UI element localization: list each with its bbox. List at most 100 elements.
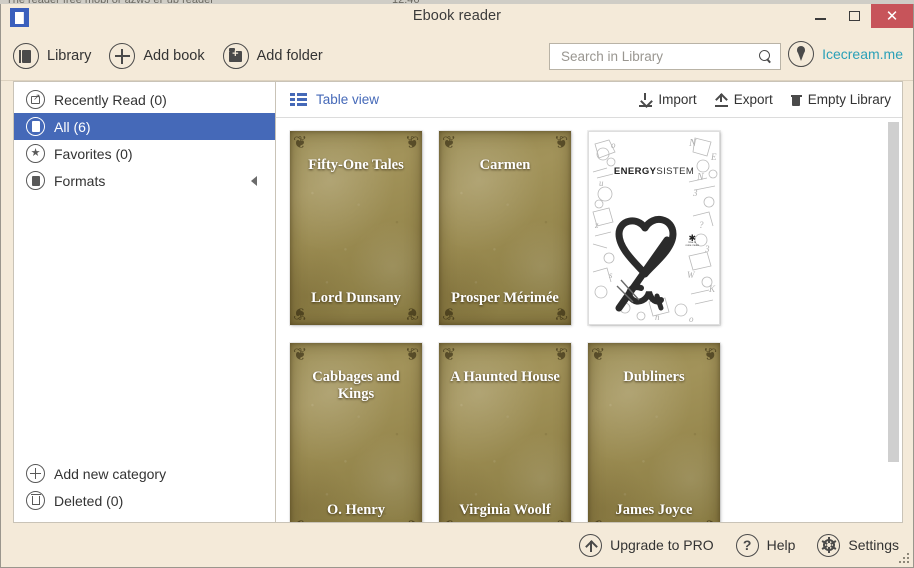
maximize-button[interactable]: [837, 4, 871, 28]
content-toolbar: Table view Import Export Empty Library: [276, 82, 902, 118]
help-label: Help: [766, 537, 796, 553]
sidebar-item-deleted[interactable]: Deleted (0): [14, 487, 275, 514]
upgrade-to-pro-button[interactable]: Upgrade to PRO: [579, 533, 714, 557]
books-scroll-area: ❦ ❦ ❦ ❦ Fifty-One Tales Lord Dunsany ❦ ❦: [276, 118, 902, 522]
folder-plus-icon: [222, 43, 249, 69]
corner-ornament-icon: ❦: [553, 345, 568, 364]
book-card[interactable]: ou NE N3 ? 3 WK no zs ENERGYSISTEM ✱ lov…: [588, 131, 720, 325]
add-new-category-label: Add new category: [54, 465, 167, 482]
corner-ornament-icon: ❦: [404, 304, 419, 323]
corner-ornament-icon: ❦: [442, 345, 457, 364]
resize-grip[interactable]: [898, 552, 909, 563]
import-button[interactable]: Import: [639, 92, 697, 107]
star-note: ✱ love is more music: [685, 233, 699, 248]
minimize-button[interactable]: [803, 4, 837, 28]
settings-button[interactable]: Settings: [817, 533, 899, 557]
book-card[interactable]: ❦ ❦ ❦ ❦ A Haunted House Virginia Woolf: [439, 343, 571, 522]
book-author: James Joyce: [615, 502, 693, 518]
library-button[interactable]: Library: [13, 43, 91, 69]
add-folder-label: Add folder: [256, 48, 323, 64]
upgrade-label: Upgrade to PRO: [610, 537, 714, 553]
footer-bar: Upgrade to PRO ? Help Settings: [1, 523, 913, 567]
close-icon: ✕: [885, 7, 899, 25]
content-panel: Table view Import Export Empty Library ❦…: [275, 81, 903, 523]
import-label: Import: [658, 92, 697, 107]
add-book-label: Add book: [143, 48, 205, 64]
search-input[interactable]: [559, 48, 750, 65]
export-icon: [714, 93, 728, 107]
empty-library-label: Empty Library: [807, 92, 891, 107]
svg-text:u: u: [599, 178, 604, 188]
search-box[interactable]: [549, 43, 781, 70]
icecream-cone-icon: [788, 41, 815, 67]
logo-bold-part: ENERGY: [613, 166, 657, 177]
help-button[interactable]: ? Help: [735, 533, 796, 557]
corner-ornament-icon: ❦: [553, 304, 568, 323]
sidebar-item-recently-read[interactable]: Recently Read (0): [14, 86, 275, 113]
sidebar-item-favorites[interactable]: ★ Favorites (0): [14, 140, 275, 167]
sidebar-bottom-actions: Add new category Deleted (0): [14, 460, 275, 522]
book-cover: ❦ ❦ ❦ ❦ Dubliners James Joyce: [588, 343, 720, 522]
corner-ornament-icon: ❦: [702, 345, 717, 364]
search-icon[interactable]: [750, 50, 780, 63]
book-card[interactable]: ❦ ❦ ❦ ❦ Cabbages and Kings O. Henry: [290, 343, 422, 522]
book-card[interactable]: ❦ ❦ ❦ ❦ Fifty-One Tales Lord Dunsany: [290, 131, 422, 325]
book-cover: ❦ ❦ ❦ ❦ A Haunted House Virginia Woolf: [439, 343, 571, 522]
title-bar: Ebook reader ✕: [1, 4, 913, 32]
corner-ornament-icon: ❦: [442, 304, 457, 323]
account-link[interactable]: Icecream.me: [788, 41, 903, 67]
recent-icon: [26, 90, 45, 109]
book-card[interactable]: ❦ ❦ ❦ ❦ Carmen Prosper Mérimée: [439, 131, 571, 325]
export-button[interactable]: Export: [714, 92, 773, 107]
plus-icon: [109, 43, 136, 69]
table-view-toggle[interactable]: Table view: [290, 92, 379, 107]
corner-ornament-icon: ❦: [553, 133, 568, 152]
gear-icon: [817, 533, 841, 557]
deleted-label: Deleted (0): [54, 492, 124, 509]
up-arrow-icon: [579, 533, 603, 557]
book-card[interactable]: ❦ ❦ ❦ ❦ Dubliners James Joyce: [588, 343, 720, 522]
sidebar-item-label: All (6): [54, 118, 91, 135]
logo-light-part: SISTEM: [656, 166, 695, 177]
corner-ornament-icon: ❦: [293, 304, 308, 323]
trash-icon: [26, 491, 45, 510]
sidebar-item-label: Formats: [54, 172, 106, 189]
content-toolbar-actions: Import Export Empty Library: [621, 92, 891, 107]
main-toolbar: Library Add book Add folder Icecream.me: [1, 32, 913, 81]
vertical-scrollbar[interactable]: [887, 119, 901, 521]
books-grid: ❦ ❦ ❦ ❦ Fifty-One Tales Lord Dunsany ❦ ❦: [290, 131, 902, 522]
sidebar-item-all[interactable]: All (6): [14, 113, 275, 140]
book-cover: ou NE N3 ? 3 WK no zs ENERGYSISTEM ✱ lov…: [588, 131, 720, 325]
add-folder-button[interactable]: Add folder: [222, 43, 323, 69]
close-button[interactable]: ✕: [871, 4, 913, 28]
format-doc-icon: [26, 171, 45, 190]
book-cover: ❦ ❦ ❦ ❦ Carmen Prosper Mérimée: [439, 131, 571, 325]
corner-ornament-icon: ❦: [404, 133, 419, 152]
all-books-icon: [26, 117, 45, 136]
sidebar-item-label: Recently Read (0): [54, 91, 167, 108]
corner-ornament-icon: ❦: [442, 133, 457, 152]
heart-sketch-icon: [615, 216, 677, 312]
book-author: Lord Dunsany: [311, 290, 401, 306]
minimize-icon: [814, 18, 826, 20]
book-author: O. Henry: [327, 502, 385, 518]
empty-library-button[interactable]: Empty Library: [790, 92, 891, 107]
energy-sistem-logo: ENERGYSISTEM: [589, 166, 719, 177]
sidebar-item-label: Favorites (0): [54, 145, 133, 162]
sidebar: Recently Read (0) All (6) ★ Favorites (0…: [13, 81, 275, 523]
book-cover: ❦ ❦ ❦ ❦ Cabbages and Kings O. Henry: [290, 343, 422, 522]
add-new-category-button[interactable]: Add new category: [14, 460, 275, 487]
svg-text:E: E: [710, 152, 717, 162]
book-cover: ❦ ❦ ❦ ❦ Fifty-One Tales Lord Dunsany: [290, 131, 422, 325]
corner-ornament-icon: ❦: [293, 133, 308, 152]
book-title: Fifty-One Tales: [308, 157, 404, 173]
corner-ornament-icon: ❦: [404, 345, 419, 364]
svg-text:N: N: [688, 137, 697, 149]
chevron-left-icon[interactable]: [251, 176, 257, 186]
scrollbar-thumb[interactable]: [888, 122, 899, 462]
add-book-button[interactable]: Add book: [109, 43, 205, 69]
svg-text:z: z: [594, 220, 599, 230]
library-icon: [13, 43, 39, 69]
account-label: Icecream.me: [822, 46, 903, 62]
sidebar-item-formats[interactable]: Formats: [14, 167, 275, 194]
